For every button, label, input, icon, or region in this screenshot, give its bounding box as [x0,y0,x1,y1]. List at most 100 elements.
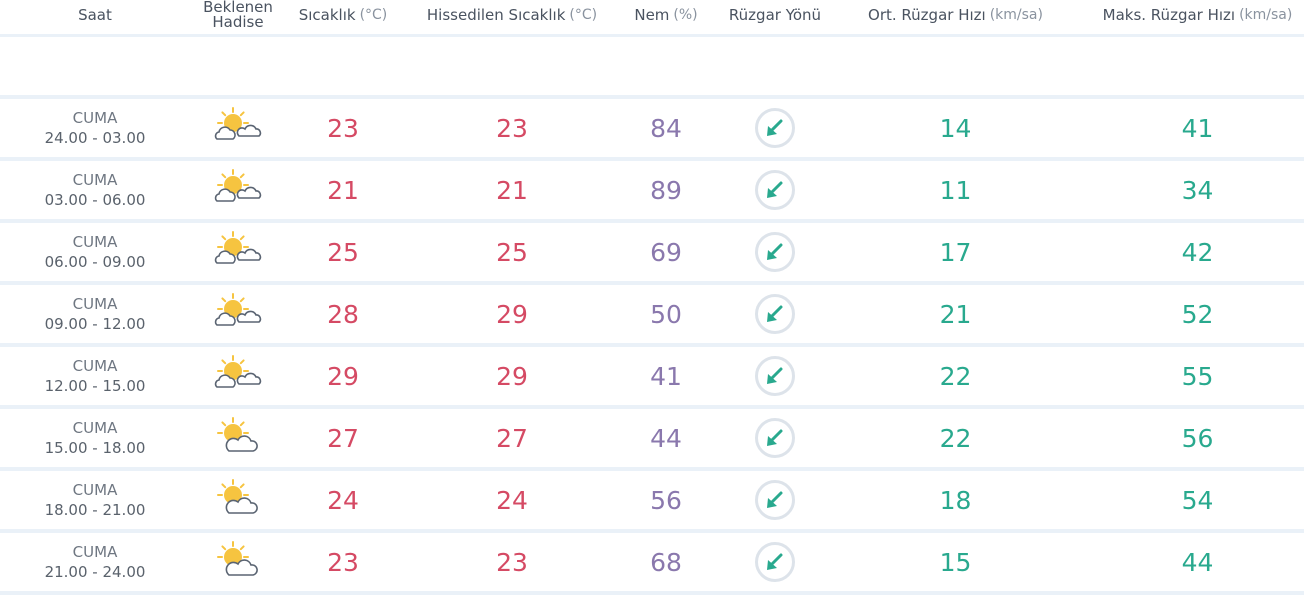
weather-cell [194,223,282,281]
feels-like-value: 27 [496,423,528,453]
arrow-down-left-icon [767,305,783,322]
max-wind-value: 55 [1181,361,1214,391]
header-maks-ruzgar: Maks. Rüzgar Hızı (km/sa) [1073,0,1304,35]
sun-cloud-icon [213,541,263,583]
weather-cell [194,285,282,343]
table-row: CUMA 12.00 - 15.00 29 29 41 22 55 [0,347,1304,409]
arrow-down-left-icon [767,243,783,260]
feels-like-value: 21 [496,175,528,205]
arrow-down-left-icon [767,181,783,198]
day-label: CUMA [72,295,118,313]
header-saat: Saat [0,0,190,35]
time-cell: CUMA 09.00 - 12.00 [0,285,190,343]
arrow-down-left-icon [767,491,783,508]
avg-wind-value: 11 [939,175,972,205]
time-cell: CUMA 03.00 - 06.00 [0,161,190,219]
humidity-value: 84 [650,113,682,143]
time-cell: CUMA 06.00 - 09.00 [0,223,190,281]
forecast-table: Saat Beklenen Hadise Sıcaklık (°C) Hissedi… [0,0,1304,595]
wind-direction-cell [712,285,838,343]
weather-cell [194,409,282,467]
table-body: CUMA 24.00 - 03.00 23 23 84 14 41 CUMA 0… [0,99,1304,595]
avg-wind-value: 21 [939,299,972,329]
table-header: Saat Beklenen Hadise Sıcaklık (°C) Hissedi… [0,0,1304,37]
humidity-value: 41 [650,361,682,391]
table-row: CUMA 24.00 - 03.00 23 23 84 14 41 [0,99,1304,161]
temp-value: 28 [327,299,359,329]
max-wind-value: 42 [1181,237,1214,267]
arrow-down-left-icon [767,367,783,384]
time-cell: CUMA 21.00 - 24.00 [0,533,190,591]
temp-value: 24 [327,485,359,515]
wind-direction-dial [755,232,795,272]
weather-cell [194,347,282,405]
temp-value: 23 [327,547,359,577]
time-range: 21.00 - 24.00 [44,563,146,581]
temp-value: 23 [327,113,359,143]
wind-direction-cell [712,347,838,405]
time-range: 09.00 - 12.00 [44,315,146,333]
humidity-value: 69 [650,237,682,267]
max-wind-value: 54 [1181,485,1214,515]
humidity-value: 44 [650,423,682,453]
time-cell: CUMA 12.00 - 15.00 [0,347,190,405]
feels-like-value: 29 [496,299,528,329]
table-row: CUMA 03.00 - 06.00 21 21 89 11 34 [0,161,1304,223]
wind-direction-dial [755,542,795,582]
table-row: CUMA 09.00 - 12.00 28 29 50 21 52 [0,285,1304,347]
time-range: 24.00 - 03.00 [44,129,146,147]
feels-like-value: 23 [496,547,528,577]
table-row: CUMA 06.00 - 09.00 25 25 69 17 42 [0,223,1304,285]
wind-direction-cell [712,223,838,281]
avg-wind-value: 22 [939,361,972,391]
arrow-down-left-icon [767,429,783,446]
wind-direction-cell [712,161,838,219]
avg-wind-value: 22 [939,423,972,453]
sun-cloud-cloud-icon [213,231,263,273]
time-range: 03.00 - 06.00 [44,191,146,209]
day-label: CUMA [72,543,118,561]
max-wind-value: 34 [1181,175,1214,205]
wind-direction-cell [712,533,838,591]
avg-wind-value: 18 [939,485,972,515]
temp-value: 29 [327,361,359,391]
wind-direction-dial [755,480,795,520]
humidity-value: 89 [650,175,682,205]
header-hissedilen: Hissedilen Sıcaklık (°C) [404,0,620,35]
temp-value: 25 [327,237,359,267]
avg-wind-value: 17 [939,237,972,267]
sun-cloud-icon [213,479,263,521]
sun-cloud-cloud-icon [213,169,263,211]
table-row: CUMA 18.00 - 21.00 24 24 56 18 54 [0,471,1304,533]
header-sicaklik: Sıcaklık (°C) [286,0,400,35]
wind-direction-dial [755,356,795,396]
feels-like-value: 24 [496,485,528,515]
time-cell: CUMA 15.00 - 18.00 [0,409,190,467]
feels-like-value: 25 [496,237,528,267]
wind-direction-cell [712,99,838,157]
arrow-down-left-icon [767,553,783,570]
day-label: CUMA [72,171,118,189]
sun-cloud-cloud-icon [213,293,263,335]
sun-cloud-icon [213,417,263,459]
header-hadise: Beklenen Hadise [194,0,282,35]
temp-value: 27 [327,423,359,453]
wind-direction-dial [755,170,795,210]
arrow-down-left-icon [767,119,783,136]
max-wind-value: 56 [1181,423,1214,453]
max-wind-value: 41 [1181,113,1214,143]
temp-value: 21 [327,175,359,205]
max-wind-value: 44 [1181,547,1214,577]
day-label: CUMA [72,233,118,251]
weather-cell [194,99,282,157]
time-cell: CUMA 18.00 - 21.00 [0,471,190,529]
weather-cell [194,533,282,591]
wind-direction-cell [712,471,838,529]
sun-cloud-cloud-icon [213,355,263,397]
time-range: 15.00 - 18.00 [44,439,146,457]
day-label: CUMA [72,419,118,437]
spacer-row [0,37,1304,99]
day-label: CUMA [72,481,118,499]
time-range: 18.00 - 21.00 [44,501,146,519]
time-range: 06.00 - 09.00 [44,253,146,271]
